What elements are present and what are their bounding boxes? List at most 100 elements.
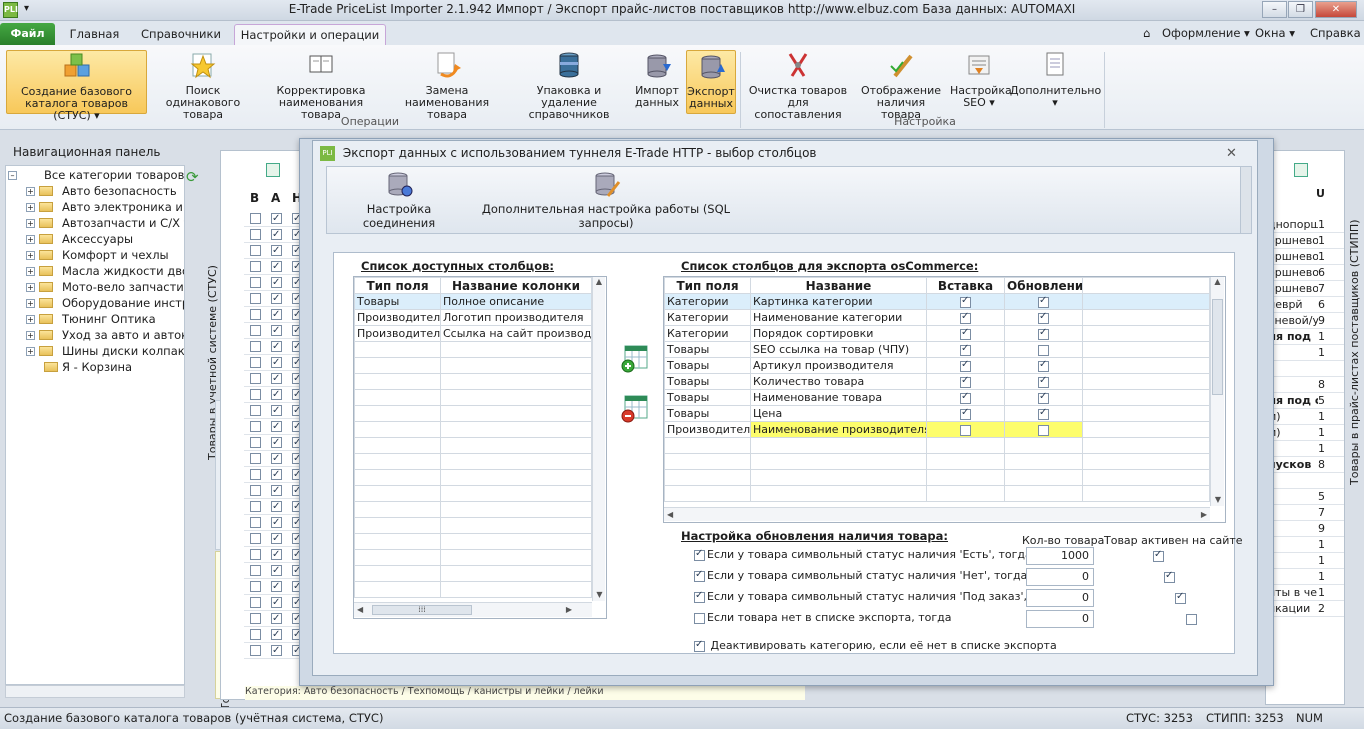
bg-right-row[interactable]: 1 — [1268, 441, 1344, 457]
advanced-sql-button[interactable]: Дополнительная настройка работы (SQL зап… — [468, 170, 744, 230]
bg-right-row[interactable]: оршнево 1 — [1268, 233, 1344, 249]
expand-icon[interactable]: + — [26, 347, 35, 356]
export-header-update[interactable]: Обновление — [1004, 277, 1083, 294]
available-row[interactable] — [354, 357, 592, 374]
bg-grid-checkbox[interactable] — [250, 549, 261, 560]
export-row[interactable]: Товары Наименование товара — [664, 389, 1210, 406]
available-row[interactable] — [354, 581, 592, 598]
deactivate-category-option[interactable]: Деактивировать категорию, если её нет в … — [694, 639, 1057, 652]
bg-right-row[interactable]: 9 — [1268, 521, 1344, 537]
stock-option-checkbox[interactable] — [694, 590, 705, 603]
bg-grid-checkbox[interactable] — [271, 627, 282, 642]
update-checkbox[interactable] — [1038, 344, 1049, 356]
bg-grid-checkbox[interactable] — [271, 595, 282, 610]
stock-option[interactable]: Если у товара символьный статус наличия … — [694, 548, 1032, 561]
bg-right-row[interactable]: 1 — [1268, 537, 1344, 553]
add-column-button[interactable] — [620, 344, 650, 374]
export-row[interactable]: Товары Артикул производителя — [664, 357, 1210, 374]
expand-icon[interactable]: + — [26, 283, 35, 292]
available-row[interactable] — [354, 549, 592, 566]
bg-grid-checkbox[interactable] — [271, 243, 282, 258]
available-row[interactable] — [354, 453, 592, 470]
connection-settings-button[interactable]: Настройка соединения — [335, 170, 463, 230]
available-header-name[interactable]: Название колонки — [440, 277, 592, 294]
bg-grid-checkbox[interactable] — [271, 643, 282, 658]
maximize-icon[interactable]: ❐ — [1288, 1, 1313, 18]
available-row[interactable] — [354, 517, 592, 534]
stock-qty-input[interactable]: 0 — [1026, 610, 1094, 628]
bg-grid-checkbox[interactable] — [250, 629, 261, 640]
available-row[interactable]: Товары Полное описание — [354, 293, 592, 310]
available-row[interactable] — [354, 421, 592, 438]
update-checkbox[interactable] — [1038, 295, 1049, 308]
insert-checkbox[interactable] — [960, 343, 971, 356]
bg-grid-checkbox[interactable] — [250, 389, 261, 400]
bg-grid-checkbox[interactable] — [250, 357, 261, 368]
bg-grid-checkbox[interactable] — [271, 451, 282, 466]
tab-file[interactable]: Файл — [0, 23, 55, 45]
bg-grid-checkbox[interactable] — [250, 517, 261, 528]
insert-checkbox[interactable] — [960, 295, 971, 308]
stock-qty-input[interactable]: 0 — [1026, 568, 1094, 586]
bg-grid-checkbox[interactable] — [271, 515, 282, 530]
tree-hscroll[interactable] — [5, 685, 185, 698]
available-row[interactable] — [354, 469, 592, 486]
bg-right-row[interactable]: 1 — [1268, 553, 1344, 569]
export-row[interactable] — [664, 437, 1210, 454]
grid-toolbar-icon[interactable] — [266, 163, 280, 177]
export-hscroll[interactable]: ◀ ▶ — [664, 507, 1210, 521]
export-data-button[interactable]: Экспорт данных — [686, 50, 736, 114]
bg-grid-checkbox[interactable] — [250, 309, 261, 320]
bg-grid-checkbox[interactable] — [271, 307, 282, 322]
bg-right-row[interactable]: иты в че 1 — [1268, 585, 1344, 601]
bg-grid-checkbox[interactable] — [271, 323, 282, 338]
expand-icon[interactable]: + — [26, 219, 35, 228]
stock-qty-input[interactable]: 0 — [1026, 589, 1094, 607]
bg-right-row[interactable]: оршнево 6 — [1268, 265, 1344, 281]
tab-settings-operations[interactable]: Настройки и операции — [234, 24, 386, 45]
available-row[interactable] — [354, 501, 592, 518]
export-row[interactable] — [664, 469, 1210, 486]
export-row[interactable] — [664, 485, 1210, 502]
menu-windows[interactable]: Окна ▾ — [1255, 26, 1295, 40]
bg-grid-checkbox[interactable] — [271, 611, 282, 626]
bg-grid-checkbox[interactable] — [271, 547, 282, 562]
available-row[interactable] — [354, 565, 592, 582]
stock-active-checkbox[interactable] — [1153, 549, 1164, 562]
export-row[interactable] — [664, 453, 1210, 470]
bg-grid-checkbox[interactable] — [271, 435, 282, 450]
deactivate-category-checkbox[interactable] — [694, 639, 705, 652]
bg-grid-checkbox[interactable] — [250, 293, 261, 304]
bg-grid-checkbox[interactable] — [271, 483, 282, 498]
bg-grid-checkbox[interactable] — [250, 373, 261, 384]
bg-grid-checkbox[interactable] — [250, 229, 261, 240]
stock-qty-input[interactable]: 1000 — [1026, 547, 1094, 565]
stock-option-checkbox[interactable] — [694, 548, 705, 561]
bg-grid-checkbox[interactable] — [250, 501, 261, 512]
available-row[interactable] — [354, 437, 592, 454]
bg-grid-checkbox[interactable] — [250, 453, 261, 464]
stock-option[interactable]: Если у товара символьный статус наличия … — [694, 590, 1064, 603]
bg-right-row[interactable]: ля под 1 — [1268, 329, 1344, 345]
update-checkbox[interactable] — [1038, 407, 1049, 420]
bg-right-row[interactable]: 1 — [1268, 569, 1344, 585]
bg-grid-checkbox[interactable] — [271, 499, 282, 514]
bg-grid-checkbox[interactable] — [250, 405, 261, 416]
available-row[interactable] — [354, 533, 592, 550]
bg-grid-checkbox[interactable] — [271, 275, 282, 290]
bg-grid-checkbox[interactable] — [271, 211, 282, 226]
import-data-button[interactable]: Импорт данных — [632, 50, 682, 114]
export-row[interactable]: Категории Картинка категории — [664, 293, 1210, 310]
bg-grid-checkbox[interactable] — [250, 613, 261, 624]
bg-right-row[interactable]: ьневой/у 9 — [1268, 313, 1344, 329]
bg-grid-checkbox[interactable] — [250, 645, 261, 656]
bg-right-row[interactable]: оршнево 7 — [1268, 281, 1344, 297]
bg-grid-checkbox[interactable] — [271, 291, 282, 306]
available-row[interactable] — [354, 373, 592, 390]
replace-name-button[interactable]: Замена наименования товара — [384, 50, 510, 121]
find-same-product-button[interactable]: Поиск одинакового товара — [148, 50, 258, 121]
available-header-type[interactable]: Тип поля — [354, 277, 441, 294]
insert-checkbox[interactable] — [960, 407, 971, 420]
insert-checkbox[interactable] — [960, 359, 971, 372]
bg-grid-checkbox[interactable] — [271, 259, 282, 274]
